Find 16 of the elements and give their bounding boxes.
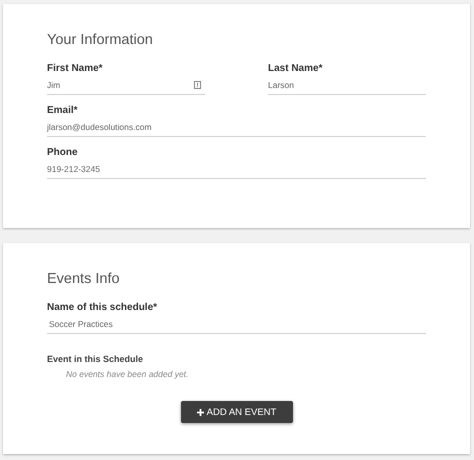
input-field[interactable]: 919-212-3245 bbox=[47, 159, 426, 179]
plus-icon bbox=[196, 408, 204, 416]
add-event-button[interactable]: ADD AN EVENT bbox=[180, 401, 292, 423]
input-field[interactable]: jlarson@dudesolutions.com bbox=[47, 117, 426, 137]
input-field[interactable]: Jim bbox=[47, 75, 205, 95]
empty-message: No events have been added yet. bbox=[66, 369, 190, 380]
field-label: Email* bbox=[47, 105, 79, 117]
input-field[interactable]: Soccer Practices bbox=[47, 314, 426, 334]
field-label: Last Name* bbox=[268, 63, 324, 75]
section-title: Events Info bbox=[47, 271, 121, 288]
input-field[interactable]: Larson bbox=[268, 75, 426, 95]
field-label: Phone bbox=[47, 147, 79, 159]
section-label: Event in this Schedule bbox=[47, 354, 144, 365]
section-title: Your Information bbox=[47, 32, 154, 49]
field-label: First Name* bbox=[47, 63, 104, 75]
field-label: Name of this schedule* bbox=[47, 302, 158, 314]
